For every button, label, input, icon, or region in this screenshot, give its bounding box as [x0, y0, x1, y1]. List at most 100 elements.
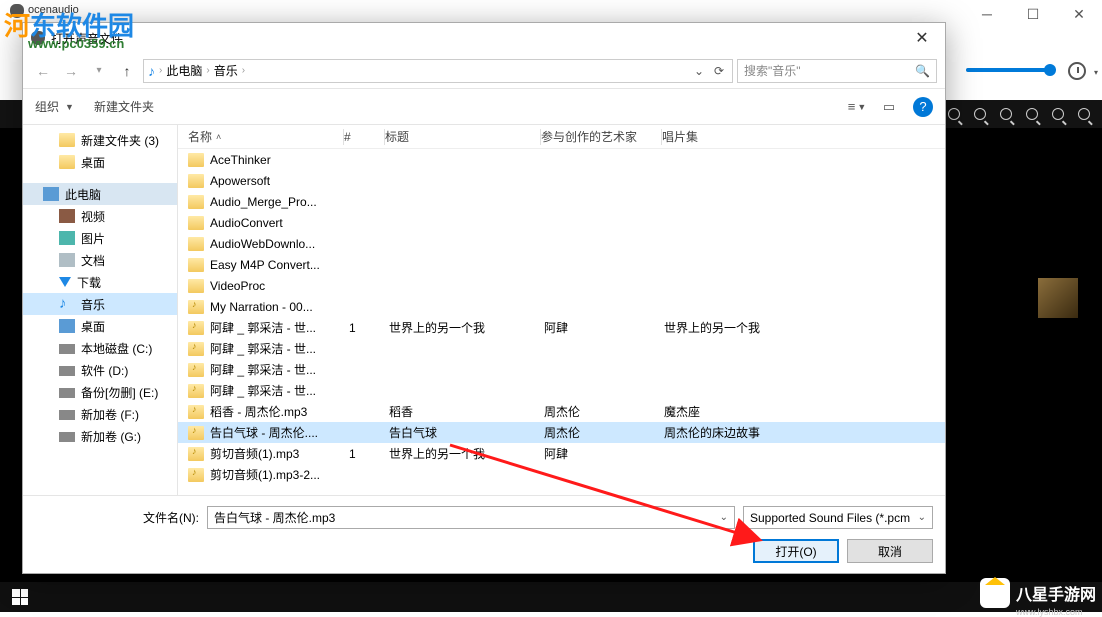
search-placeholder: 搜索"音乐" [744, 62, 801, 79]
file-row[interactable]: AceThinker [178, 149, 945, 170]
column-name[interactable]: 名称˄ [188, 128, 343, 145]
nav-item-4[interactable]: 图片 [23, 227, 177, 249]
minimize-button[interactable]: ─ [964, 0, 1010, 28]
file-row[interactable]: AudioConvert [178, 212, 945, 233]
drive-icon [59, 388, 75, 398]
nav-item-12[interactable]: 新加卷 (F:) [23, 403, 177, 425]
file-row[interactable]: 阿肆 _ 郭采洁 - 世... [178, 338, 945, 359]
cell-name: 阿肆 _ 郭采洁 - 世... [210, 382, 349, 399]
nav-item-13[interactable]: 新加卷 (G:) [23, 425, 177, 447]
filename-dropdown-icon[interactable]: ⌄ [720, 512, 728, 523]
nav-item-2[interactable]: 此电脑 [23, 183, 177, 205]
cell-album: 世界上的另一个我 [664, 319, 945, 336]
nav-item-3[interactable]: 视频 [23, 205, 177, 227]
folder-icon [188, 153, 204, 167]
nav-item-5[interactable]: 文档 [23, 249, 177, 271]
help-button[interactable]: ? [913, 97, 933, 117]
file-row[interactable]: 剪切音频(1).mp31世界上的另一个我阿肆 [178, 443, 945, 464]
nav-item-6[interactable]: 下载 [23, 271, 177, 293]
volume-slider[interactable] [966, 68, 1052, 72]
app-title: ocenaudio [28, 4, 79, 16]
file-row[interactable]: 剪切音频(1).mp3-2... [178, 464, 945, 485]
nav-item-9[interactable]: 本地磁盘 (C:) [23, 337, 177, 359]
history-dropdown-icon[interactable]: ▾ [1094, 68, 1098, 77]
organize-menu[interactable]: 组织 [35, 98, 59, 115]
mp3-icon [188, 300, 204, 314]
cell-title: 世界上的另一个我 [389, 319, 544, 336]
column-number[interactable]: # [344, 130, 384, 144]
file-row[interactable]: 告白气球 - 周杰伦....告白气球周杰伦周杰伦的床边故事 [178, 422, 945, 443]
file-row[interactable]: Audio_Merge_Pro... [178, 191, 945, 212]
nav-up-button[interactable]: ↑ [115, 59, 139, 83]
nav-item-10[interactable]: 软件 (D:) [23, 359, 177, 381]
refresh-icon[interactable]: ⟳ [710, 64, 728, 78]
doc-icon [59, 253, 75, 267]
nav-item-7[interactable]: ♪音乐 [23, 293, 177, 315]
column-title[interactable]: 标题 [385, 128, 540, 145]
mp3-icon [188, 321, 204, 335]
file-type-filter[interactable]: Supported Sound Files (*.pcm ⌄ [743, 506, 933, 529]
folder-icon [59, 155, 75, 169]
preview-pane-button[interactable]: ▭ [875, 96, 903, 118]
dialog-close-button[interactable]: ✕ [907, 28, 937, 48]
nav-item-11[interactable]: 备份[勿删] (E:) [23, 381, 177, 403]
open-file-dialog: 打开声音文件 ✕ ← → ▾ ↑ ♪ › 此电脑 › 音乐 › ⌄ ⟳ 搜索"音… [22, 22, 946, 574]
file-row[interactable]: 阿肆 _ 郭采洁 - 世...1世界上的另一个我阿肆世界上的另一个我 [178, 317, 945, 338]
app-icon [10, 4, 24, 18]
nav-item-0[interactable]: 新建文件夹 (3) [23, 129, 177, 151]
zoom-tool-2[interactable] [944, 104, 964, 124]
nav-item-8[interactable]: 桌面 [23, 315, 177, 337]
folder-icon [188, 174, 204, 188]
cell-title: 告白气球 [389, 424, 544, 441]
nav-forward-button[interactable]: → [59, 59, 83, 83]
watermark-url: www.pc0359.cn [28, 36, 124, 51]
zoom-tool-4[interactable] [996, 104, 1016, 124]
file-row[interactable]: My Narration - 00... [178, 296, 945, 317]
breadcrumb-root[interactable]: 此电脑 [166, 62, 202, 79]
breadcrumb-folder[interactable]: 音乐 [214, 62, 238, 79]
view-options-button[interactable]: ≡▼ [843, 96, 871, 118]
close-button[interactable]: ✕ [1056, 0, 1102, 28]
chevron-down-icon: ▼ [65, 102, 74, 112]
zoom-tool-7[interactable] [1074, 104, 1094, 124]
cell-name: 稻香 - 周杰伦.mp3 [210, 403, 349, 420]
cell-album: 魔杰座 [664, 403, 945, 420]
nav-back-button[interactable]: ← [31, 59, 55, 83]
zoom-tool-6[interactable] [1048, 104, 1068, 124]
cell-name: Easy M4P Convert... [210, 258, 349, 272]
mp3-icon [188, 384, 204, 398]
folder-icon [188, 237, 204, 251]
cell-name: 阿肆 _ 郭采洁 - 世... [210, 361, 349, 378]
cancel-button[interactable]: 取消 [847, 539, 933, 563]
file-row[interactable]: 稻香 - 周杰伦.mp3稻香周杰伦魔杰座 [178, 401, 945, 422]
history-icon[interactable] [1068, 62, 1086, 80]
column-album[interactable]: 唱片集 [662, 128, 945, 145]
nav-label: 桌面 [81, 318, 105, 335]
nav-label: 新建文件夹 (3) [81, 132, 159, 149]
address-dropdown-icon[interactable]: ⌄ [690, 64, 708, 78]
file-row[interactable]: 阿肆 _ 郭采洁 - 世... [178, 380, 945, 401]
filename-input[interactable]: 告白气球 - 周杰伦.mp3 ⌄ [207, 506, 735, 529]
open-button[interactable]: 打开(O) [753, 539, 839, 563]
file-row[interactable]: Easy M4P Convert... [178, 254, 945, 275]
cell-artist: 周杰伦 [544, 424, 664, 441]
maximize-button[interactable]: ☐ [1010, 0, 1056, 28]
file-row[interactable]: AudioWebDownlo... [178, 233, 945, 254]
mp3-icon [188, 447, 204, 461]
address-bar[interactable]: ♪ › 此电脑 › 音乐 › ⌄ ⟳ [143, 59, 733, 83]
zoom-tool-5[interactable] [1022, 104, 1042, 124]
start-button[interactable] [0, 582, 40, 612]
zoom-tool-3[interactable] [970, 104, 990, 124]
nav-item-1[interactable]: 桌面 [23, 151, 177, 173]
column-artist[interactable]: 参与创作的艺术家 [541, 128, 661, 145]
file-row[interactable]: VideoProc [178, 275, 945, 296]
folder-icon [188, 279, 204, 293]
nav-recent-dropdown[interactable]: ▾ [87, 59, 111, 83]
search-input[interactable]: 搜索"音乐" 🔍 [737, 59, 937, 83]
folder-icon [188, 195, 204, 209]
new-folder-button[interactable]: 新建文件夹 [94, 98, 154, 115]
file-row[interactable]: 阿肆 _ 郭采洁 - 世... [178, 359, 945, 380]
folder-icon [59, 133, 75, 147]
filename-label: 文件名(N): [143, 509, 199, 526]
file-row[interactable]: Apowersoft [178, 170, 945, 191]
